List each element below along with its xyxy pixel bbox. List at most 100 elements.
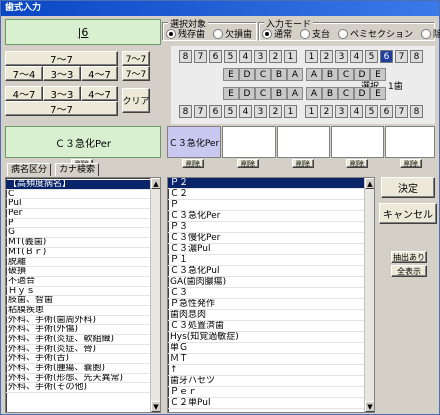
list-item[interactable]: 外科、手術(その他)	[6, 383, 150, 394]
list-item[interactable]: Ｐ３	[168, 222, 364, 233]
tooth-button[interactable]: 4	[239, 105, 252, 118]
deciduous-tooth-button[interactable]: E	[370, 87, 386, 100]
list-item[interactable]: 歯肉息肉	[168, 310, 364, 321]
list-item[interactable]: Ｃ３	[168, 288, 364, 299]
list-item[interactable]: 歯牙ハセツ	[168, 376, 364, 387]
deciduous-tooth-button[interactable]: D	[354, 87, 370, 100]
tooth-button[interactable]: 5	[365, 105, 378, 118]
list-item[interactable]: 外科、手術(外傷)	[6, 325, 150, 335]
list-item[interactable]: Pul	[6, 199, 150, 210]
scroll-down-icon[interactable]: ▼	[365, 401, 374, 412]
tooth-button[interactable]: 2	[269, 50, 282, 63]
list-item[interactable]: P	[6, 219, 150, 229]
radio-mode-normal[interactable]: 通常	[262, 27, 292, 40]
scroll-up-icon[interactable]: ▲	[365, 178, 374, 189]
list-item[interactable]: Per	[6, 209, 150, 219]
deciduous-tooth-button[interactable]: E	[223, 68, 239, 81]
extract-button[interactable]: 抽出あり	[391, 251, 427, 263]
list-item[interactable]: Ｃ２	[168, 189, 364, 200]
tooth-button[interactable]: 8	[410, 50, 423, 63]
delete-slot-button[interactable]: 削除	[292, 159, 314, 168]
tooth-button[interactable]: 4	[350, 105, 363, 118]
list-item[interactable]: Ｃ３急化Per	[168, 211, 364, 222]
list-item[interactable]: Ｃ３処置済歯	[168, 321, 364, 332]
radio-mode-exclude[interactable]: 除	[421, 27, 440, 40]
list-item[interactable]: 脱離	[6, 258, 150, 268]
list-item[interactable]: Ｐ１	[168, 255, 364, 266]
tooth-button[interactable]: 6	[209, 105, 222, 118]
tooth-button[interactable]: 5	[224, 50, 237, 63]
deciduous-tooth-button[interactable]: C	[255, 87, 271, 100]
disease-category-list[interactable]: 【高頻度病名】 C Pul Per P G MT(義歯) MT(Ｂｒ) 脱離 破損 不適合 Ｈｙｓ 肢歯…	[5, 177, 161, 413]
range-button-upper-left[interactable]: 4～7	[81, 66, 118, 81]
list-item[interactable]: 肢歯、智歯	[6, 296, 150, 306]
tooth-button[interactable]: 3	[335, 105, 348, 118]
deciduous-tooth-button[interactable]: A	[287, 87, 303, 100]
deciduous-tooth-button[interactable]: B	[271, 68, 287, 81]
deciduous-tooth-button[interactable]: C	[255, 68, 271, 81]
tooth-button[interactable]: 4	[350, 50, 363, 63]
list-item[interactable]: 破損	[6, 267, 150, 277]
list-item[interactable]: Ｐｅｒ	[168, 387, 364, 398]
list-item[interactable]: 外科、手術(歯周外科)	[6, 316, 150, 326]
tooth-button[interactable]: 6	[380, 105, 393, 118]
delete-slot-button[interactable]: 削除	[182, 159, 204, 168]
list-item[interactable]: 外科、手術(形態、先天異常)	[6, 374, 150, 384]
list-item[interactable]: MT(Ｂｒ)	[6, 248, 150, 258]
tooth-button[interactable]: 3	[335, 50, 348, 63]
tooth-button[interactable]: 3	[254, 50, 267, 63]
tooth-button[interactable]: 7	[194, 105, 207, 118]
range-button-lower-right[interactable]: 4～7	[5, 86, 43, 101]
tooth-button[interactable]: 4	[239, 50, 252, 63]
tooth-button[interactable]: 7	[395, 50, 408, 63]
tooth-button[interactable]: 6	[380, 50, 393, 63]
deciduous-tooth-button[interactable]: B	[322, 68, 338, 81]
scroll-down-icon[interactable]: ▼	[151, 401, 160, 412]
deciduous-tooth-button[interactable]: E	[223, 87, 239, 100]
list-item[interactable]: Ｐ急性発作	[168, 299, 364, 310]
radio-mode-abutment[interactable]: 支台	[300, 27, 330, 40]
list-item[interactable]: Ｐ	[168, 200, 364, 211]
list-item[interactable]: ↑	[168, 365, 364, 376]
deciduous-tooth-button[interactable]: D	[239, 87, 255, 100]
tooth-button[interactable]: 7	[395, 105, 408, 118]
tab-disease-category[interactable]: 病名区分	[7, 163, 52, 176]
list-item[interactable]: C	[6, 190, 150, 200]
scroll-up-icon[interactable]: ▲	[151, 178, 160, 189]
delete-slot-button[interactable]: 削除	[346, 159, 368, 168]
tooth-button[interactable]: 8	[179, 50, 192, 63]
list-item[interactable]: 外科、手術(舌)	[6, 354, 150, 365]
list-item[interactable]: MT(義歯)	[6, 238, 150, 248]
ok-button[interactable]: 決定	[381, 177, 435, 198]
deciduous-tooth-button[interactable]: C	[338, 87, 354, 100]
tooth-button[interactable]: 2	[320, 105, 333, 118]
deciduous-tooth-button[interactable]: A	[287, 68, 303, 81]
show-all-button[interactable]: 全表示	[391, 265, 427, 277]
deciduous-tooth-button[interactable]: A	[306, 87, 322, 100]
deciduous-tooth-button[interactable]: C	[338, 68, 354, 81]
deciduous-tooth-button[interactable]: B	[271, 87, 287, 100]
list-item[interactable]: 粘膜疾患	[6, 306, 150, 316]
list-item[interactable]: 外科、手術(腫瘍、嚢胞)	[6, 364, 150, 374]
list-item[interactable]: Ｃ３急化Pul	[168, 266, 364, 277]
tooth-button[interactable]: 2	[269, 105, 282, 118]
disease-slot[interactable]: Ｃ３急化Per	[167, 126, 221, 158]
list-item[interactable]: ＭＴ	[168, 354, 364, 365]
tooth-button[interactable]: 8	[179, 105, 192, 118]
list-item[interactable]: G	[6, 228, 150, 239]
tooth-button[interactable]: 1	[284, 50, 297, 63]
list-item[interactable]: 【高頻度病名】	[6, 180, 150, 190]
delete-slot-button[interactable]: 削除	[400, 159, 422, 168]
disease-slot[interactable]	[277, 126, 330, 158]
tooth-button[interactable]: 1	[305, 50, 318, 63]
disease-slot[interactable]	[385, 126, 435, 158]
list-item[interactable]: Ｈｙｓ	[6, 287, 150, 297]
list-item[interactable]: 単Ｇ	[168, 343, 364, 354]
disease-name-list[interactable]: Ｐ２ Ｃ２ Ｐ Ｃ３急化Per Ｐ３ Ｃ３慢化Per Ｃ３濃Pul Ｐ１ Ｃ３急化Pul GA(歯…	[167, 177, 375, 413]
tooth-button[interactable]: 7	[194, 50, 207, 63]
list-item[interactable]: 外科、手術(炎症、骨)	[6, 345, 150, 355]
tooth-button[interactable]: 8	[410, 105, 423, 118]
radio-missing-teeth[interactable]: 欠損歯	[213, 27, 252, 40]
left-list-scrollbar[interactable]: ▲ ▼	[150, 178, 160, 412]
list-item[interactable]: 不適合	[6, 277, 150, 287]
